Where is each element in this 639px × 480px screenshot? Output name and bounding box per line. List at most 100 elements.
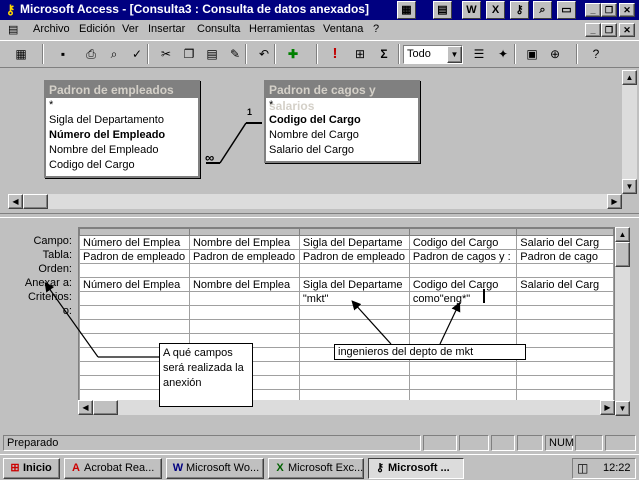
new-object-icon[interactable]: ⊕: [544, 44, 566, 64]
scroll-right-icon[interactable]: ▶: [600, 400, 615, 415]
taskbar-button[interactable]: X Microsoft Exc...: [268, 458, 364, 479]
grid-cell[interactable]: [516, 305, 614, 320]
grid-cell[interactable]: [188, 263, 300, 278]
table-field-item[interactable]: Nombre del Cargo: [266, 128, 418, 143]
document-icon[interactable]: ▤: [8, 23, 24, 37]
grid-cell[interactable]: Padron de cago: [516, 249, 614, 264]
copy-icon[interactable]: ❐: [178, 44, 200, 64]
column-selector[interactable]: [79, 228, 190, 236]
grid-cell[interactable]: Padron de empleado: [79, 249, 190, 264]
notepad-icon[interactable]: ▤: [433, 1, 452, 19]
table-title[interactable]: Padron de empleados: [46, 82, 198, 98]
database-window-icon[interactable]: ▣: [521, 44, 543, 64]
table-field-item[interactable]: Salario del Cargo: [266, 143, 418, 158]
menu-insertar[interactable]: Insertar: [148, 23, 185, 35]
chevron-down-icon[interactable]: ▼: [447, 46, 462, 63]
menu-archivo[interactable]: Archivo: [33, 23, 70, 35]
scroll-up-icon[interactable]: ▲: [615, 227, 630, 242]
grid-cell[interactable]: [298, 375, 410, 390]
query-type-icon[interactable]: ✚: [282, 44, 304, 64]
menu-edición[interactable]: Edición: [79, 23, 115, 35]
build-icon[interactable]: ✦: [492, 44, 514, 64]
grid-cell[interactable]: Número del Emplea: [79, 235, 190, 250]
doc-minimize-button[interactable]: _: [585, 23, 601, 37]
scroll-left-icon[interactable]: ◀: [78, 400, 93, 415]
scroll-thumb[interactable]: [23, 194, 48, 209]
spelling-icon[interactable]: ✓: [126, 44, 148, 64]
table-padron-empleados[interactable]: Padron de empleados * Sigla del Departame…: [44, 80, 200, 178]
column-selector[interactable]: [516, 228, 614, 236]
menu-herramientas[interactable]: Herramientas: [249, 23, 315, 35]
grid-cell[interactable]: [298, 263, 410, 278]
scroll-right-icon[interactable]: ▶: [607, 194, 622, 209]
table-field-item[interactable]: Nombre del Empleado: [46, 143, 198, 158]
cut-icon[interactable]: ✂: [155, 44, 177, 64]
undo-icon[interactable]: ↶: [253, 44, 275, 64]
column-selector[interactable]: [188, 228, 300, 236]
restore-button[interactable]: ❐: [601, 3, 617, 17]
grid-cell[interactable]: Padron de empleado: [298, 249, 410, 264]
scroll-down-icon[interactable]: ▼: [615, 401, 630, 416]
table-field-item[interactable]: Codigo del Cargo: [266, 113, 418, 128]
table-padron-cargos[interactable]: Padron de cagos y salarios * Codigo del C…: [264, 80, 420, 163]
scroll-down-icon[interactable]: ▼: [622, 179, 637, 194]
key-icon[interactable]: ⚷: [510, 1, 529, 19]
grid-cell[interactable]: Padron de cagos y :: [408, 249, 518, 264]
table-field-item[interactable]: Codigo del Cargo: [46, 158, 198, 173]
toolbar-window-icon[interactable]: ▦: [397, 1, 416, 19]
menu-consulta[interactable]: Consulta: [197, 23, 240, 35]
print-preview-icon[interactable]: ⌕: [103, 44, 125, 64]
totals-icon[interactable]: Σ: [373, 44, 395, 64]
menu-ver[interactable]: Ver: [122, 23, 139, 35]
table-field-item[interactable]: *: [46, 98, 198, 113]
scroll-track[interactable]: [615, 267, 630, 401]
upper-horizontal-scrollbar[interactable]: ◀ ▶: [8, 194, 622, 210]
column-selector[interactable]: [298, 228, 410, 236]
title-bar[interactable]: ⚷ Microsoft Access - [Consulta3 : Consul…: [0, 0, 639, 20]
top-values-combo[interactable]: Todo ▼: [403, 45, 463, 64]
scroll-track[interactable]: [622, 85, 637, 179]
grid-cell[interactable]: [79, 263, 190, 278]
clock[interactable]: 12:22: [603, 459, 631, 478]
doc-restore-button[interactable]: ❐: [601, 23, 617, 37]
grid-cell[interactable]: [516, 291, 614, 306]
grid-cell[interactable]: [516, 361, 614, 376]
taskbar-button[interactable]: A Acrobat Rea...: [64, 458, 162, 479]
speaker-icon[interactable]: ◫: [577, 459, 588, 478]
taskbar-button[interactable]: W Microsoft Wo...: [166, 458, 264, 479]
save-icon[interactable]: ▪: [52, 44, 74, 64]
search-icon[interactable]: ⌕: [533, 1, 552, 19]
paste-icon[interactable]: ▤: [201, 44, 223, 64]
start-button[interactable]: ⊞ Inicio: [3, 458, 60, 479]
properties-icon[interactable]: ☰: [468, 44, 490, 64]
grid-cell[interactable]: [516, 263, 614, 278]
grid-cell[interactable]: [516, 319, 614, 334]
grid-vertical-scrollbar[interactable]: ▲ ▼: [615, 227, 631, 416]
format-painter-icon[interactable]: ✎: [224, 44, 246, 64]
menu-ventana[interactable]: Ventana: [323, 23, 363, 35]
table-field-item[interactable]: Número del Empleado: [46, 128, 198, 143]
menu-help[interactable]: ?: [373, 23, 379, 35]
grid-cell[interactable]: [408, 263, 518, 278]
scroll-thumb[interactable]: [93, 400, 118, 415]
access-key-icon[interactable]: ⚷: [3, 2, 18, 17]
grid-cell[interactable]: Salario del Carg: [516, 235, 614, 250]
print-icon[interactable]: ⎙: [80, 44, 102, 64]
grid-cell[interactable]: Salario del Carg: [516, 277, 614, 292]
excel-icon[interactable]: X: [486, 1, 505, 19]
column-selector[interactable]: [408, 228, 518, 236]
close-button[interactable]: ✕: [619, 3, 635, 17]
scroll-thumb[interactable]: [615, 242, 630, 267]
table-title[interactable]: Padron de cagos y salarios: [266, 82, 418, 113]
taskbar-button[interactable]: ⚷ Microsoft ...: [368, 458, 464, 479]
grid-cell[interactable]: [516, 375, 614, 390]
grid-cell[interactable]: [516, 347, 614, 362]
grid-cell[interactable]: Codigo del Cargo: [408, 235, 518, 250]
minimize-button[interactable]: _: [585, 3, 601, 17]
grid-cell[interactable]: Padron de empleado: [188, 249, 300, 264]
monitor-icon[interactable]: ▭: [557, 1, 576, 19]
grid-cell[interactable]: [408, 375, 518, 390]
upper-vertical-scrollbar[interactable]: ▲ ▼: [622, 70, 637, 194]
doc-close-button[interactable]: ✕: [619, 23, 635, 37]
view-icon[interactable]: ▦: [10, 44, 32, 64]
